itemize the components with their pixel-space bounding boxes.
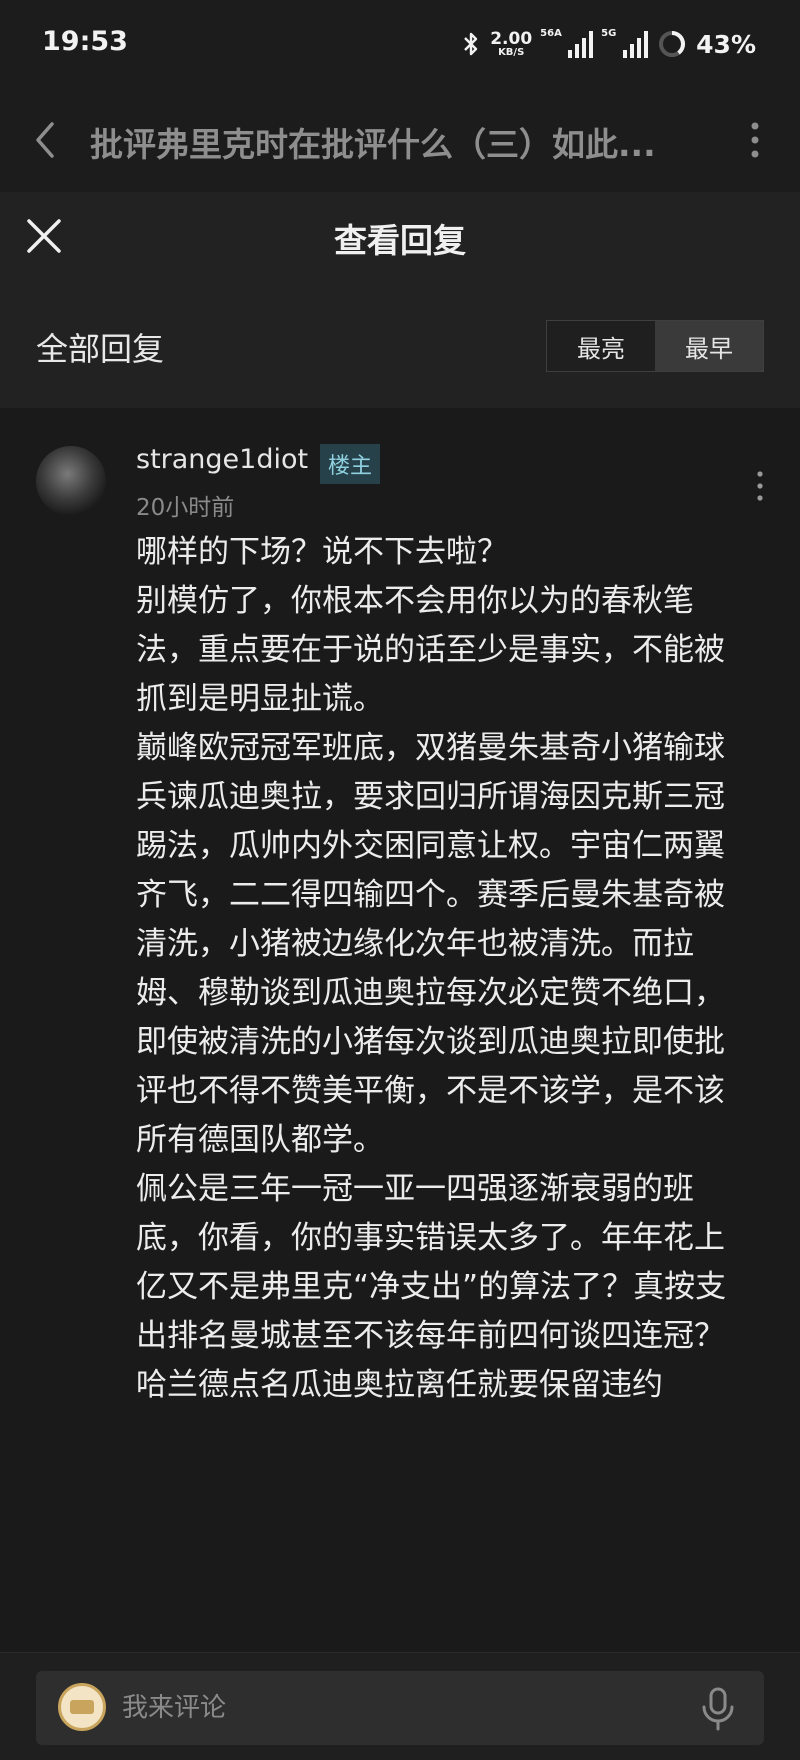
network-speed: 2.00 KB/S — [490, 28, 533, 58]
op-badge: 楼主 — [320, 444, 381, 484]
comment-paragraph: 别模仿了，你根本不会用你以为的春秋笔法，重点要在于说的话至少是事实，不能被抓到是… — [136, 583, 725, 717]
avatar[interactable] — [36, 446, 106, 516]
status-bar: 19:53 2.00 KB/S 56A 5G 43% — [0, 0, 800, 88]
comment-input[interactable] — [122, 1671, 682, 1745]
status-time: 19:53 — [42, 26, 128, 57]
comment-paragraph: 巅峰欧冠冠军班底，双猪曼朱基奇小猪输球兵谏瓜迪奥拉，要求回归所谓海因克斯三冠踢法… — [136, 730, 725, 1158]
comment-input-box[interactable] — [36, 1671, 764, 1745]
back-icon[interactable] — [30, 118, 60, 162]
comment-composer — [0, 1652, 800, 1760]
microphone-icon[interactable] — [696, 1685, 740, 1733]
sort-hottest-button[interactable]: 最亮 — [547, 321, 655, 371]
signal-icon-sim1: 56A — [540, 28, 594, 58]
battery-percent: 43% — [696, 29, 756, 59]
comment-paragraph: 佩公是三年一冠一亚一四强逐渐衰弱的班底，你看，你的事实错误太多了。年年花上亿又不… — [136, 1171, 727, 1354]
comment-paragraph: 哈兰德点名瓜迪奥拉离任就要保留违约 — [136, 1367, 663, 1403]
comment-paragraph: 哪样的下场？说不下去啦？ — [136, 534, 508, 570]
user-avatar — [58, 1683, 106, 1731]
badge-logo-icon — [70, 1700, 94, 1714]
bluetooth-icon — [464, 32, 478, 56]
replies-header: 全部回复 最亮 最早 — [0, 288, 800, 408]
sheet-title: 查看回复 — [334, 221, 466, 260]
comment-item: strange1diot 楼主 20小时前 哪样的下场？说不下去啦？ 别模仿了，… — [0, 408, 800, 1652]
comment-username[interactable]: strange1diot — [136, 444, 308, 475]
battery-ring-icon — [659, 30, 686, 57]
signal-icon-sim2: 5G — [601, 28, 649, 58]
sort-earliest-button[interactable]: 最早 — [655, 321, 763, 371]
article-title-bar: 批评弗里克时在批评什么（三）如此... — [0, 88, 800, 192]
comment-body: 哪样的下场？说不下去啦？ 别模仿了，你根本不会用你以为的春秋笔法，重点要在于说的… — [136, 528, 750, 1653]
comment-time: 20小时前 — [136, 495, 235, 521]
status-icons: 2.00 KB/S 56A 5G 43% — [462, 24, 756, 64]
comment-more-icon[interactable] — [750, 468, 770, 504]
all-replies-label: 全部回复 — [36, 330, 165, 368]
article-title: 批评弗里克时在批评什么（三）如此... — [90, 125, 656, 164]
sort-toggle: 最亮 最早 — [546, 320, 764, 372]
more-options-icon[interactable] — [740, 116, 770, 164]
